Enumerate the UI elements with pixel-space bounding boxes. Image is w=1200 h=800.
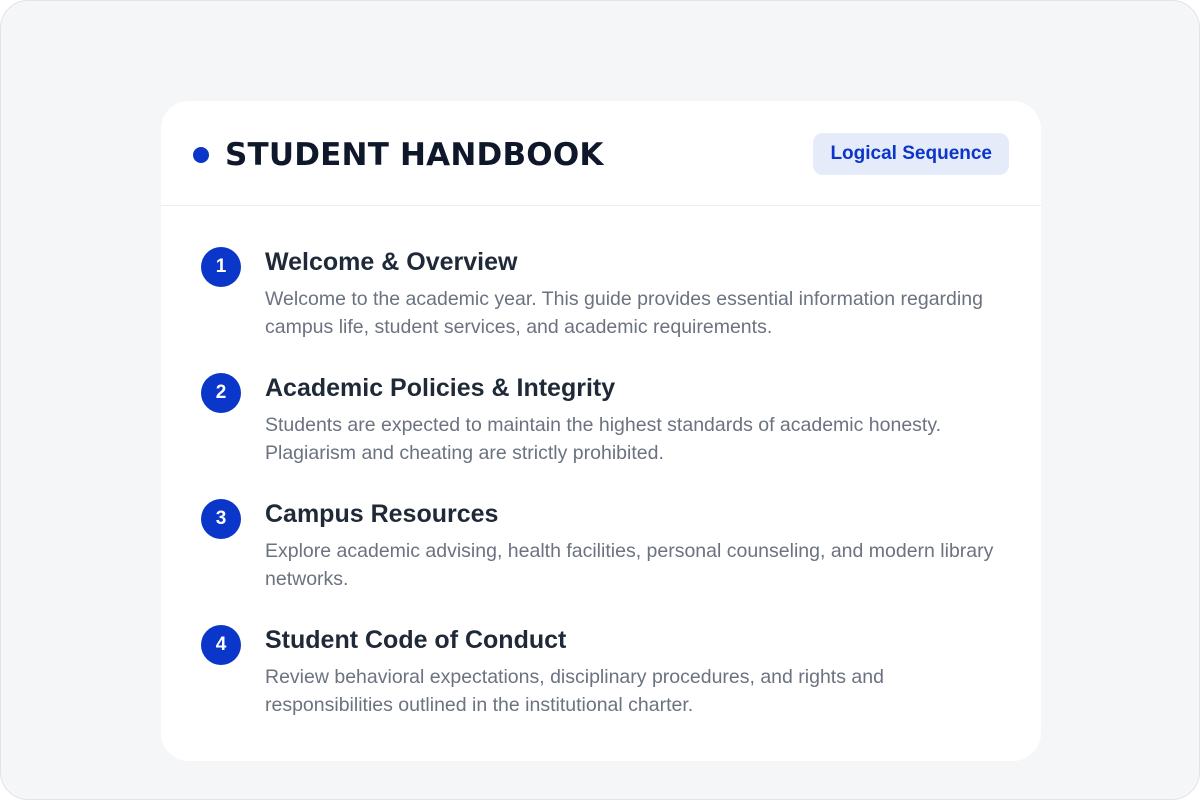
page-frame: STUDENT HANDBOOK Logical Sequence 1 Welc…	[0, 0, 1200, 800]
step-description: Review behavioral expectations, discipli…	[265, 666, 884, 716]
sequence-badge: Logical Sequence	[813, 133, 1009, 175]
step-description: Students are expected to maintain the hi…	[265, 414, 942, 464]
step-number-badge: 1	[201, 247, 241, 287]
step-title: Campus Resources	[265, 500, 499, 528]
step-number-badge: 4	[201, 625, 241, 665]
card-header: STUDENT HANDBOOK Logical Sequence	[161, 101, 1041, 206]
step-item-1: 1 Welcome & Overview Welcome to the acad…	[201, 245, 1001, 371]
step-title: Welcome & Overview	[265, 248, 518, 276]
page-title: STUDENT HANDBOOK	[225, 137, 604, 173]
step-item-4: 4 Student Code of Conduct Review behavio…	[201, 623, 1001, 749]
step-item-2: 2 Academic Policies & Integrity Students…	[201, 371, 1001, 497]
step-item-3: 3 Campus Resources Explore academic advi…	[201, 497, 1001, 623]
handbook-card: STUDENT HANDBOOK Logical Sequence 1 Welc…	[161, 101, 1041, 761]
step-title: Academic Policies & Integrity	[265, 374, 616, 402]
step-number-badge: 3	[201, 499, 241, 539]
step-title: Student Code of Conduct	[265, 626, 567, 654]
step-number-badge: 2	[201, 373, 241, 413]
step-description: Explore academic advising, health facili…	[265, 540, 994, 590]
step-description: Welcome to the academic year. This guide…	[265, 288, 983, 338]
step-list: 1 Welcome & Overview Welcome to the acad…	[201, 245, 1001, 749]
bullet-dot-icon	[193, 147, 209, 163]
